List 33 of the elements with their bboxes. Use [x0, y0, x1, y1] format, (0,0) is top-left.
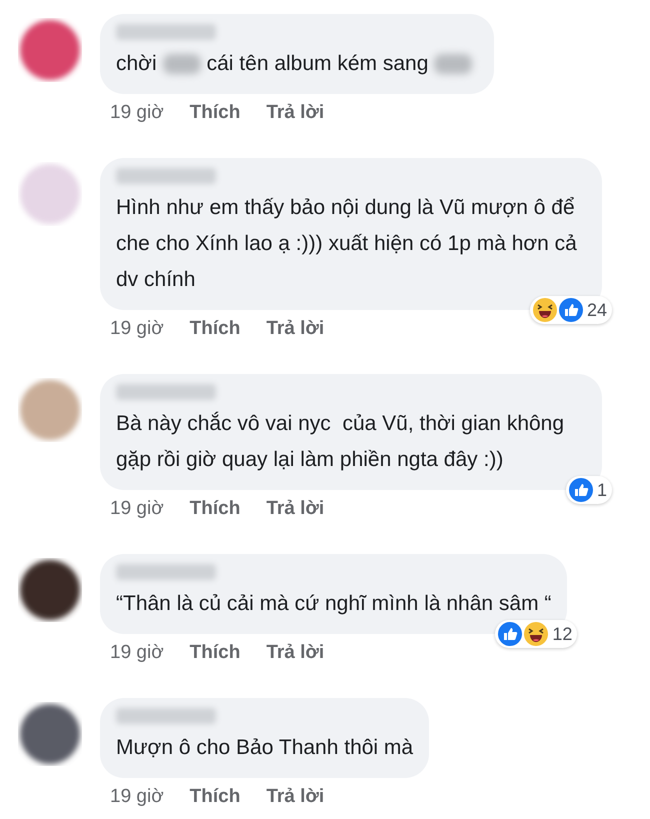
comment-time: 19 giờ: [110, 498, 164, 520]
comment-text: Mượn ô cho Bảo Thanh thôi mà: [116, 735, 414, 761]
reaction-summary[interactable]: 24: [530, 296, 612, 324]
comment-text: Hình như em thấy bảo nội dung là Vũ mượn ô để che cho Xính lao ạ :))) xuất hiện có 1p mà hơn cả dv chính: [116, 195, 578, 293]
reaction-count: 1: [596, 480, 607, 500]
like-icon: [498, 622, 522, 646]
like-link[interactable]: Thích: [190, 498, 240, 520]
avatar[interactable]: [18, 558, 82, 622]
comment-time: 19 giờ: [110, 102, 164, 124]
like-link[interactable]: Thích: [190, 786, 240, 808]
like-icon: [558, 298, 583, 322]
reaction-count: 24: [586, 300, 607, 320]
comment-text: Bà này chắc vô vai nyc của Vũ, thời gian không gặp rồi giờ quay lại làm phiền ngta đây :)): [116, 410, 566, 473]
comment-time: 19 giờ: [110, 642, 164, 664]
like-link[interactable]: Thích: [190, 102, 240, 124]
laughing-face-icon: [524, 622, 548, 646]
comment-text: “Thân là củ cải mà cứ nghĩ mình là nhân sâm “: [116, 591, 552, 617]
laughing-face-icon: [532, 298, 557, 322]
like-link[interactable]: Thích: [190, 318, 240, 340]
reaction-summary[interactable]: 1: [566, 476, 612, 504]
comment-time: 19 giờ: [110, 318, 164, 340]
reply-link[interactable]: Trả lời: [266, 318, 324, 340]
avatar[interactable]: [18, 702, 82, 766]
reply-link[interactable]: Trả lời: [266, 498, 324, 520]
like-icon: [568, 478, 593, 502]
reply-link[interactable]: Trả lời: [266, 102, 324, 124]
comment-text: chời cái tên album kém sang: [116, 46, 478, 82]
like-link[interactable]: Thích: [190, 642, 240, 664]
reply-link[interactable]: Trả lời: [266, 642, 324, 664]
comment-time: 19 giờ: [110, 786, 164, 808]
reaction-summary[interactable]: 12: [495, 620, 578, 648]
reaction-count: 12: [552, 624, 572, 644]
reply-link[interactable]: Trả lời: [266, 786, 324, 808]
